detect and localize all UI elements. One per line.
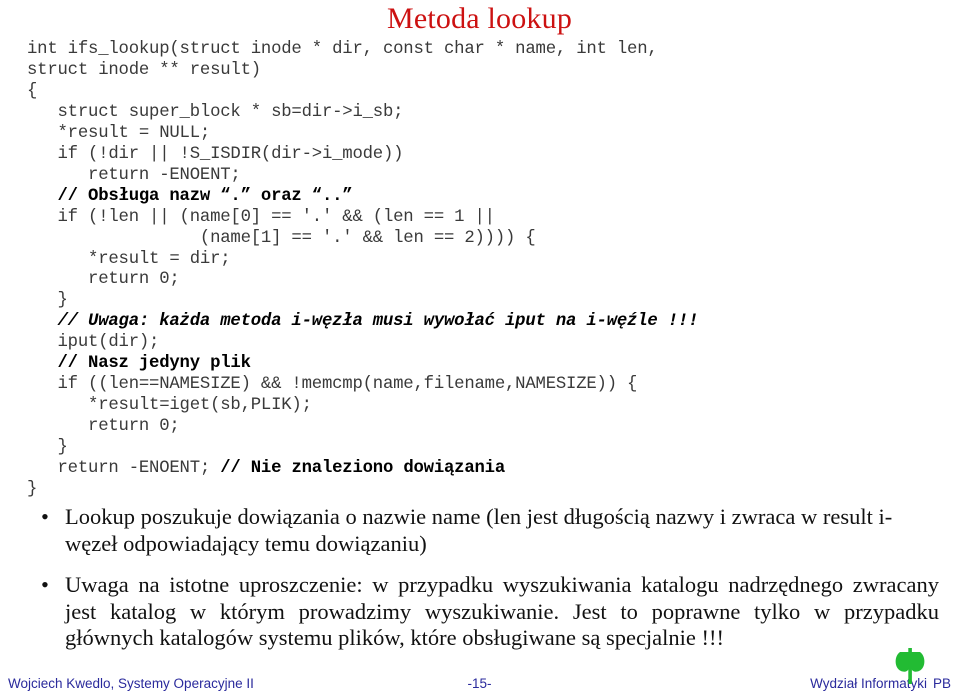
code-text: return 0; (27, 270, 180, 290)
code-line: // Uwaga: każda metoda i-węzła musi wywo… (27, 312, 939, 333)
code-line: struct super_block * sb=dir->i_sb; (27, 103, 939, 124)
code-text: if ((len==NAMESIZE) && !memcmp(name,file… (27, 375, 638, 395)
code-line: } (27, 480, 939, 501)
code-line: *result = NULL; (27, 124, 939, 145)
bullet-marker-icon: • (41, 504, 49, 529)
code-text: int ifs_lookup(struct inode * dir, const… (27, 40, 658, 59)
code-line: (name[1] == '.' && len == 2)))) { (27, 229, 939, 250)
code-text: if (!len || (name[0] == '.' && (len == 1… (27, 207, 496, 227)
code-line: int ifs_lookup(struct inode * dir, const… (27, 40, 939, 61)
code-text: } (27, 438, 68, 458)
code-line: iput(dir); (27, 333, 939, 354)
code-text: return -ENOENT; (27, 459, 221, 479)
code-text: return -ENOENT; (27, 165, 241, 185)
code-line: *result=iget(sb,PLIK); (27, 396, 939, 417)
code-text: (name[1] == '.' && len == 2)))) { (27, 228, 536, 248)
code-comment: // Obsługa nazw “.” oraz “..” (27, 186, 353, 206)
code-text: *result = dir; (27, 249, 231, 269)
bullet-text: Uwaga na istotne uproszczenie: w przypad… (65, 572, 939, 650)
bullet-item: • Lookup poszukuje dowiązania o nazwie na… (27, 504, 939, 557)
code-block: int ifs_lookup(struct inode * dir, const… (27, 40, 939, 501)
code-line: } (27, 438, 939, 459)
code-line: return -ENOENT; (27, 166, 939, 187)
code-line: *result = dir; (27, 250, 939, 271)
code-line: if (!len || (name[0] == '.' && (len == 1… (27, 208, 939, 229)
code-text: return 0; (27, 417, 180, 437)
code-line: return 0; (27, 417, 939, 438)
code-text: { (27, 81, 38, 101)
bullet-list: • Lookup poszukuje dowiązania o nazwie na… (27, 504, 939, 652)
code-line: { (27, 82, 939, 103)
code-text: if (!dir || !S_ISDIR(dir->i_mode)) (27, 144, 404, 164)
code-comment: // Uwaga: każda metoda i-węzła musi wywo… (27, 312, 699, 332)
bullet-marker-icon: • (41, 572, 49, 597)
code-text: struct inode ** result) (27, 60, 261, 80)
footer-divider (0, 666, 959, 667)
footer-institution-group: Wydział Informatyki PB (810, 676, 951, 691)
bullet-item: • Uwaga na istotne uproszczenie: w przypa… (27, 572, 939, 652)
code-text: struct super_block * sb=dir->i_sb; (27, 102, 404, 122)
slide-footer: Wojciech Kwedlo, Systemy Operacyjne II -… (0, 648, 959, 699)
pb-phi-logo-icon (895, 648, 925, 684)
code-text: } (27, 291, 68, 311)
code-text: *result=iget(sb,PLIK); (27, 396, 312, 416)
code-line: } (27, 291, 939, 312)
code-line: return 0; (27, 270, 939, 291)
code-text: iput(dir); (27, 333, 160, 353)
code-line: if ((len==NAMESIZE) && !memcmp(name,file… (27, 375, 939, 396)
code-line: // Obsługa nazw “.” oraz “..” (27, 187, 939, 208)
code-comment: // Nie znaleziono dowiązania (220, 459, 506, 479)
footer-pb-label: PB (932, 676, 951, 691)
code-line: if (!dir || !S_ISDIR(dir->i_mode)) (27, 145, 939, 166)
code-text: *result = NULL; (27, 123, 211, 143)
code-comment: // Nasz jedyny plik (27, 354, 251, 374)
slide-title: Metoda lookup (386, 2, 573, 35)
code-line: // Nasz jedyny plik (27, 354, 939, 375)
bullet-text: Lookup poszukuje dowiązania o nazwie nam… (65, 504, 893, 556)
code-line: struct inode ** result) (27, 61, 939, 82)
code-text: } (27, 480, 38, 500)
code-line: return -ENOENT; // Nie znaleziono dowiąz… (27, 459, 939, 480)
